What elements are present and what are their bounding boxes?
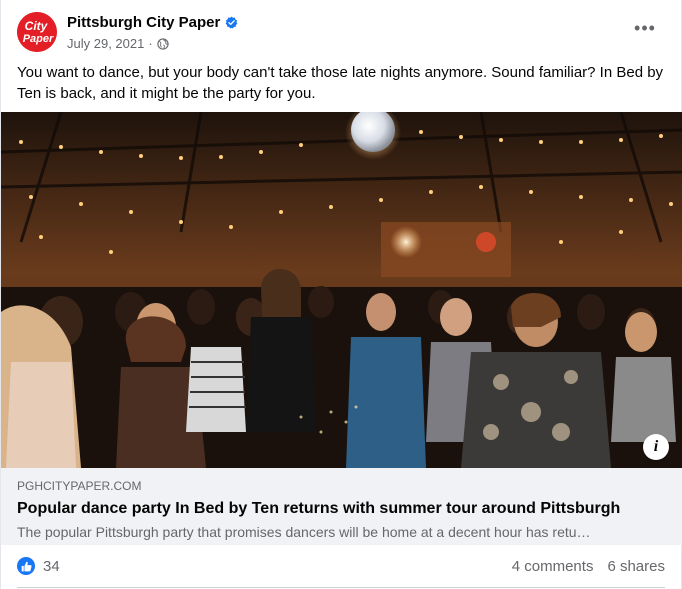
city-paper-logo: City Paper <box>17 12 57 52</box>
stats-right: 4 comments 6 shares <box>512 558 665 575</box>
post-meta: July 29, 2021 · <box>67 36 169 51</box>
link-domain: PGHCITYPAPER.COM <box>17 479 142 493</box>
shares-count[interactable]: 6 shares <box>607 558 665 575</box>
thumbs-up-icon[interactable] <box>17 557 35 575</box>
link-headline[interactable]: Popular dance party In Bed by Ten return… <box>17 499 667 519</box>
avatar-text-bottom: Paper <box>23 33 54 45</box>
post-header: City Paper Pittsburgh City Paper July 29… <box>15 10 667 54</box>
page-name-row: Pittsburgh City Paper <box>67 14 238 31</box>
page-name-link[interactable]: Pittsburgh City Paper <box>67 14 220 31</box>
meta-separator: · <box>148 36 153 51</box>
engagement-stats: 34 4 comments 6 shares <box>17 552 665 580</box>
comments-count[interactable]: 4 comments <box>512 558 594 575</box>
page-avatar[interactable]: City Paper <box>17 12 57 52</box>
more-options-icon[interactable]: ••• <box>633 18 657 38</box>
dance-party-photo <box>1 112 682 468</box>
verified-badge-icon <box>226 16 238 29</box>
post-body-text: You want to dance, but your body can't t… <box>17 64 664 102</box>
info-icon[interactable]: i <box>643 434 669 460</box>
link-preview[interactable]: PGHCITYPAPER.COM Popular dance party In … <box>1 468 682 545</box>
divider <box>17 587 665 588</box>
avatar-text-top: City <box>25 19 49 33</box>
globe-icon[interactable] <box>157 37 169 50</box>
post-date[interactable]: July 29, 2021 <box>67 36 144 51</box>
thumbs-up-glyph <box>21 561 32 571</box>
post-card: City Paper Pittsburgh City Paper July 29… <box>0 0 682 589</box>
link-description: The popular Pittsburgh party that promis… <box>17 524 591 540</box>
article-photo[interactable]: i <box>1 112 682 468</box>
like-count[interactable]: 34 <box>43 558 60 575</box>
